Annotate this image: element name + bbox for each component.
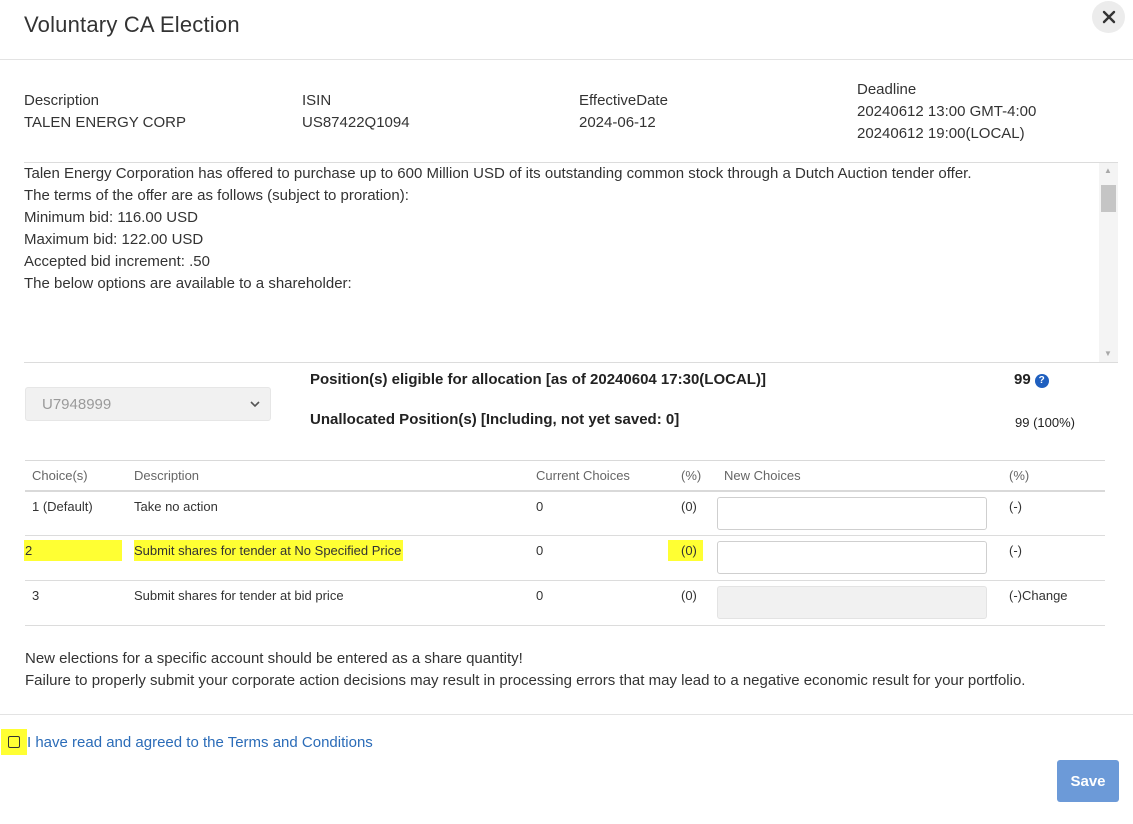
offer-line: The below options are available to a sha… <box>24 275 352 292</box>
eligible-positions-label: Position(s) eligible for allocation [as … <box>310 371 766 388</box>
close-icon <box>1102 10 1115 24</box>
effective-date-label: EffectiveDate <box>579 92 668 109</box>
meta-isin: ISIN US87422Q1094 <box>302 90 410 134</box>
current-pct-cell: (0) <box>674 580 717 626</box>
new-choice-input[interactable] <box>717 541 987 574</box>
meta-deadline: Deadline 20240612 13:00 GMT-4:00 2024061… <box>857 79 1036 145</box>
scroll-up-arrow-icon[interactable]: ▲ <box>1104 166 1112 175</box>
new-choice-cell <box>717 535 1002 581</box>
note-line-1: New elections for a specific account sho… <box>25 650 523 667</box>
description-value: TALEN ENERGY CORP <box>24 114 186 131</box>
description-label: Description <box>24 92 100 109</box>
info-icon[interactable]: ? <box>1034 374 1049 388</box>
choice-highlight: 2 <box>24 540 123 561</box>
description-cell: Take no action <box>127 490 529 536</box>
table-header-row: Choice(s) Description Current Choices (%… <box>25 460 1105 492</box>
offer-line: Talen Energy Corporation has offered to … <box>24 165 972 182</box>
new-choice-input[interactable] <box>717 496 987 530</box>
effective-date-value: 2024-06-12 <box>579 114 656 131</box>
terms-link[interactable]: I have read and agreed to the Terms and … <box>27 734 373 751</box>
new-pct-cell: (-) <box>1002 535 1105 581</box>
description-highlight: Submit shares for tender at No Specified… <box>134 540 404 561</box>
description-cell: Submit shares for tender at bid price <box>127 580 529 626</box>
scrollbar-thumb[interactable] <box>1101 185 1116 212</box>
account-select[interactable]: U7948999 <box>25 387 271 421</box>
header-new-choices: New Choices <box>717 460 1002 492</box>
terms-checkbox-highlight <box>1 729 27 755</box>
eligible-positions-value-wrap: 99? <box>1014 371 1049 388</box>
scrollbar[interactable]: ▲ ▼ <box>1099 163 1118 362</box>
current-pct-cell: (0) <box>668 535 717 581</box>
new-choice-cell <box>717 490 1002 536</box>
choice-cell: 3 <box>25 580 127 626</box>
deadline-value-gmt: 20240612 13:00 GMT-4:00 <box>857 103 1037 120</box>
offer-description-box[interactable]: Talen Energy Corporation has offered to … <box>24 162 1118 363</box>
unallocated-positions-label: Unallocated Position(s) [Including, not … <box>310 411 680 428</box>
header-new-pct: (%) <box>1002 460 1105 492</box>
description-cell: Submit shares for tender at No Specified… <box>127 535 529 581</box>
dialog-title: Voluntary CA Election <box>24 12 240 37</box>
close-button[interactable] <box>1092 1 1125 33</box>
meta-effective-date: EffectiveDate 2024-06-12 <box>579 90 668 134</box>
current-cell: 0 <box>529 535 674 581</box>
offer-line: Minimum bid: 116.00 USD <box>24 209 198 226</box>
choices-table: Choice(s) Description Current Choices (%… <box>24 460 1105 626</box>
current-pct-cell: (0) <box>674 490 717 536</box>
table-row: 2 Submit shares for tender at No Specifi… <box>24 535 1105 581</box>
new-choice-cell <box>717 580 1002 626</box>
table-row: 3 Submit shares for tender at bid price … <box>25 580 1105 626</box>
note-line-2: Failure to properly submit your corporat… <box>25 672 1026 689</box>
save-button[interactable]: Save <box>1057 760 1119 802</box>
pct-value: (0) <box>681 543 697 558</box>
election-notes: New elections for a specific account sho… <box>25 648 1025 692</box>
choice-cell: 2 <box>24 535 127 581</box>
new-choice-input-disabled <box>717 586 987 619</box>
description-value: Submit shares for tender at No Specified… <box>134 543 402 558</box>
header-choices: Choice(s) <box>25 460 127 492</box>
new-pct-value[interactable]: (-)Change <box>1009 588 1068 603</box>
terms-row[interactable]: I have read and agreed to the Terms and … <box>1 729 373 755</box>
terms-checkbox[interactable] <box>8 736 20 748</box>
offer-line: The terms of the offer are as follows (s… <box>24 187 409 204</box>
pct-highlight: (0) <box>668 540 703 561</box>
meta-description: Description TALEN ENERGY CORP <box>24 90 186 134</box>
deadline-label: Deadline <box>857 81 917 98</box>
current-cell: 0 <box>529 580 674 626</box>
deadline-value-local: 20240612 19:00(LOCAL) <box>857 125 1025 142</box>
footer-divider <box>0 714 1133 715</box>
current-cell: 0 <box>529 490 674 536</box>
dialog-header: Voluntary CA Election <box>0 0 1133 60</box>
offer-line: Accepted bid increment: .50 <box>24 253 210 270</box>
choice-cell: 1 (Default) <box>25 490 127 536</box>
header-current-choices: Current Choices <box>529 460 674 492</box>
new-pct-cell: (-)Change <box>1002 580 1105 626</box>
chevron-down-icon <box>250 401 260 408</box>
header-description: Description <box>127 460 529 492</box>
account-select-value: U7948999 <box>42 396 112 413</box>
eligible-positions-value: 99 <box>1014 371 1031 388</box>
table-row: 1 (Default) Take no action 0 (0) (-) <box>25 490 1105 536</box>
offer-description-text: Talen Energy Corporation has offered to … <box>24 163 1094 295</box>
isin-value: US87422Q1094 <box>302 114 410 131</box>
scroll-down-arrow-icon[interactable]: ▼ <box>1104 349 1112 358</box>
unallocated-positions-value: 99 (100%) <box>1015 415 1075 430</box>
choice-value: 2 <box>25 543 33 558</box>
header-current-pct: (%) <box>674 460 717 492</box>
offer-line: Maximum bid: 122.00 USD <box>24 231 204 248</box>
new-pct-cell: (-) <box>1002 490 1105 536</box>
isin-label: ISIN <box>302 92 332 109</box>
